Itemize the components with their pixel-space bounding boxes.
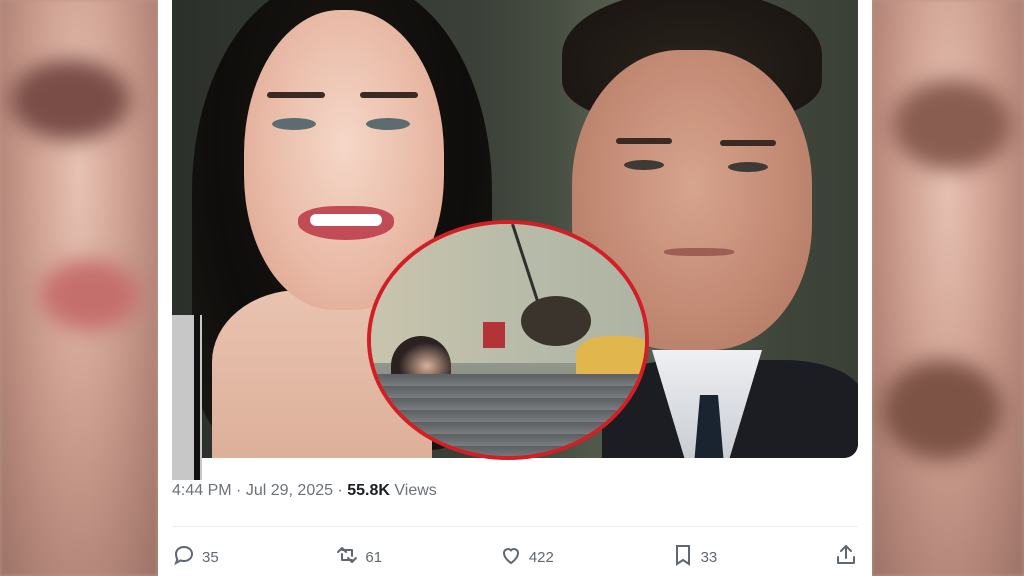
circled-inset-photo: [367, 220, 649, 460]
eye: [624, 160, 664, 170]
left-brow: [267, 92, 325, 98]
separator: ·: [337, 482, 343, 499]
left-eye: [272, 118, 316, 130]
right-brow: [360, 92, 418, 98]
like-count: 422: [528, 548, 554, 566]
brow: [720, 140, 776, 146]
post-metadata: 4:44 PM · Jul 29, 2025 · 55.8K Views: [172, 482, 437, 506]
repost-count: 61: [365, 548, 383, 566]
heart-icon: [499, 543, 523, 571]
right-eye: [366, 118, 410, 130]
repost-icon: [335, 543, 359, 571]
brow: [616, 138, 672, 144]
reply-button[interactable]: 35: [172, 543, 219, 571]
divider: [172, 526, 858, 527]
post-time[interactable]: 4:44 PM: [172, 482, 232, 499]
mouth: [664, 248, 734, 256]
views-count: 55.8K: [347, 482, 390, 499]
bookmark-button[interactable]: 33: [671, 543, 718, 571]
reply-icon: [172, 543, 196, 571]
post-date[interactable]: Jul 29, 2025: [246, 482, 333, 499]
blurred-background-right: [872, 0, 1024, 576]
blurred-background-left: [0, 0, 158, 576]
blur-blob: [892, 80, 1012, 170]
edge-overlay: [172, 315, 202, 480]
share-icon: [834, 543, 858, 571]
blur-blob: [10, 60, 130, 140]
inset-flag: [483, 322, 505, 348]
blur-blob: [882, 360, 1002, 460]
bookmark-count: 33: [700, 548, 718, 566]
inset-railing: [371, 374, 645, 456]
views-label: Views: [394, 482, 437, 499]
bookmark-icon: [671, 543, 695, 571]
action-bar: 35 61 422 33: [172, 540, 858, 574]
reply-count: 35: [202, 548, 219, 566]
like-button[interactable]: 422: [499, 543, 554, 571]
blur-blob: [40, 260, 140, 330]
separator: ·: [236, 482, 242, 499]
eye: [728, 162, 768, 172]
share-button[interactable]: [834, 543, 858, 571]
repost-button[interactable]: 61: [335, 543, 382, 571]
inset-person-right-hair: [521, 296, 591, 346]
